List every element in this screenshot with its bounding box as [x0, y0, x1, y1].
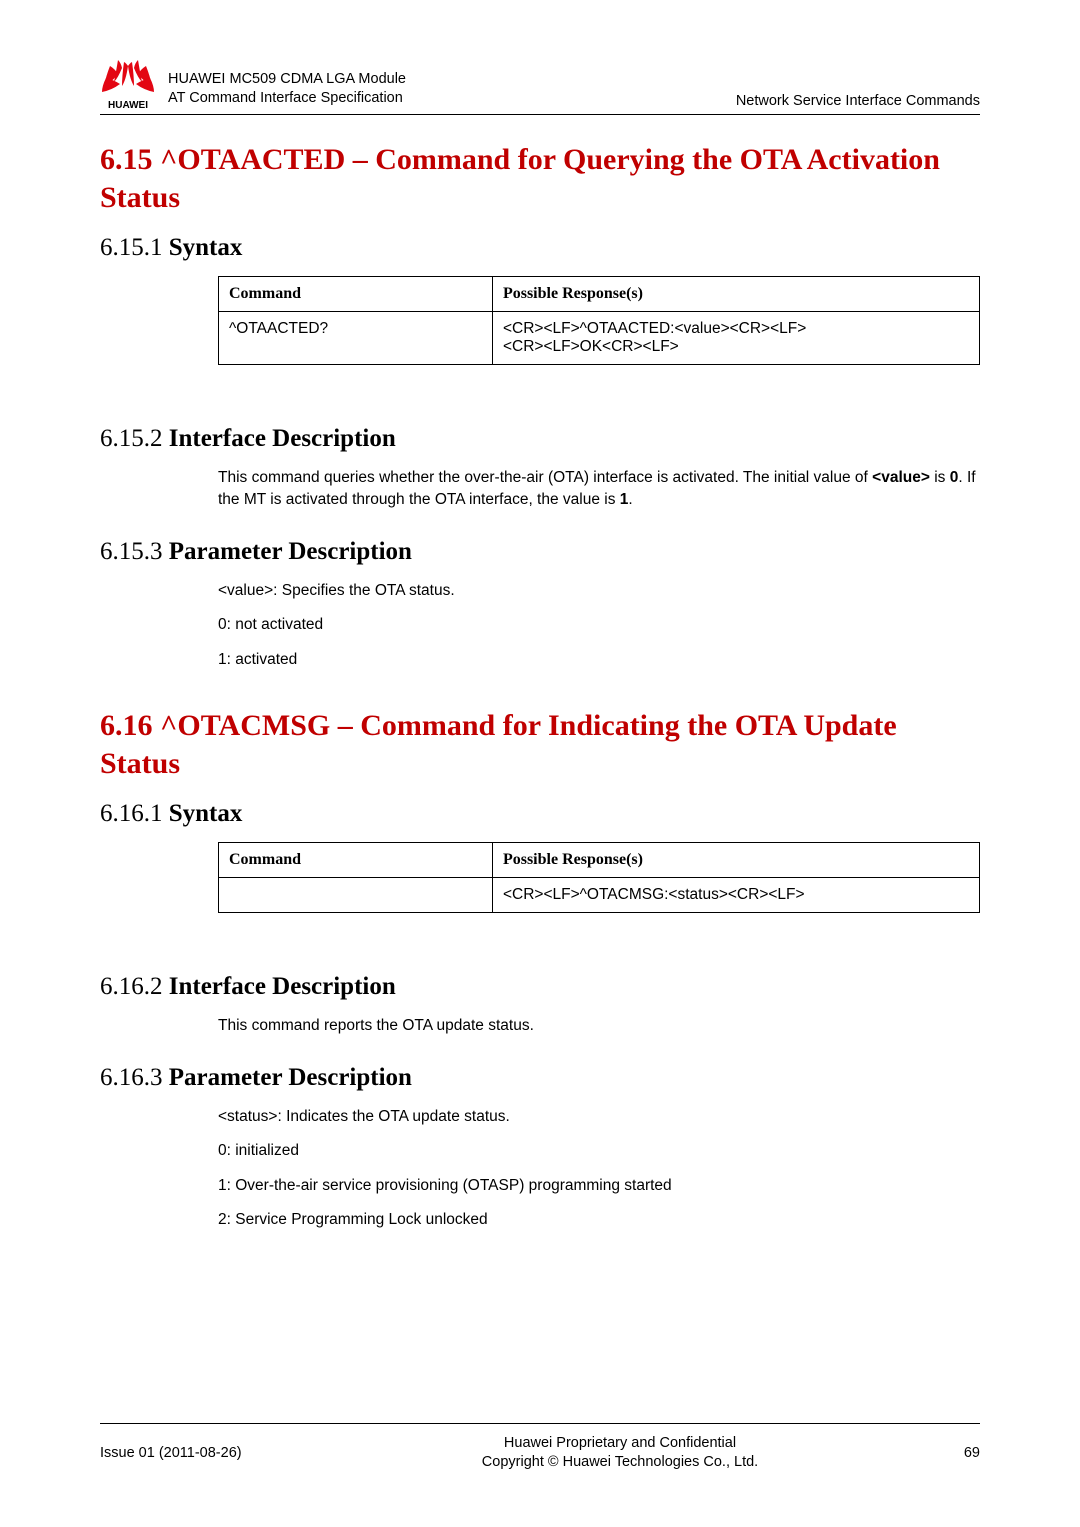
heading-6161: 6.16.1 Syntax: [100, 800, 980, 828]
heading-num: 6.16.3: [100, 1064, 169, 1091]
syntax-615-block: Command Possible Response(s) ^OTAACTED? …: [218, 276, 980, 365]
table-header-response: Possible Response(s): [492, 277, 979, 312]
param-line: <status>: Indicates the OTA update statu…: [218, 1106, 980, 1128]
heading-num: 6.16.2: [100, 973, 169, 1000]
heading-num: 6.16.1: [100, 800, 169, 827]
header-chapter: Network Service Interface Commands: [736, 93, 980, 110]
footer-page-number: 69: [920, 1445, 980, 1461]
heading-title: Syntax: [169, 800, 243, 827]
heading-num: 6.15.1: [100, 234, 169, 261]
footer-copyright: Copyright © Huawei Technologies Co., Ltd…: [320, 1453, 920, 1473]
response-line: <CR><LF>OK<CR><LF>: [503, 338, 969, 356]
response-line: <CR><LF>^OTAACTED:<value><CR><LF>: [503, 320, 969, 338]
heading-title: Parameter Description: [169, 538, 412, 565]
header-line2: AT Command Interface Specification: [168, 89, 736, 109]
heading-title: Parameter Description: [169, 1064, 412, 1091]
paramdesc-616-block: <status>: Indicates the OTA update statu…: [218, 1106, 980, 1232]
footer-center: Huawei Proprietary and Confidential Copy…: [320, 1434, 920, 1473]
svg-text:HUAWEI: HUAWEI: [108, 100, 148, 110]
heading-6163: 6.16.3 Parameter Description: [100, 1064, 980, 1092]
header-doc-title: HUAWEI MC509 CDMA LGA Module AT Command …: [168, 70, 736, 110]
heading-615: 6.15 ^OTAACTED – Command for Querying th…: [100, 141, 980, 216]
ifdesc-615-text: This command queries whether the over-th…: [218, 467, 980, 512]
page-header: HUAWEI HUAWEI MC509 CDMA LGA Module AT C…: [100, 58, 980, 115]
heading-title: Syntax: [169, 234, 243, 261]
param-line: 0: initialized: [218, 1140, 980, 1162]
table-header-command: Command: [219, 843, 493, 878]
param-line: 1: Over-the-air service provisioning (OT…: [218, 1175, 980, 1197]
ifdesc-615-block: This command queries whether the over-th…: [218, 467, 980, 512]
text-part: This command queries whether the over-th…: [218, 469, 872, 486]
heading-6153: 6.15.3 Parameter Description: [100, 538, 980, 566]
heading-6152: 6.15.2 Interface Description: [100, 425, 980, 453]
param-line: 1: activated: [218, 649, 980, 671]
heading-6162: 6.16.2 Interface Description: [100, 973, 980, 1001]
text-part: is: [930, 469, 950, 486]
header-line1: HUAWEI MC509 CDMA LGA Module: [168, 70, 736, 90]
table-header-command: Command: [219, 277, 493, 312]
param-line: 0: not activated: [218, 614, 980, 636]
footer-issue: Issue 01 (2011-08-26): [100, 1445, 320, 1461]
ifdesc-616-text: This command reports the OTA update stat…: [218, 1015, 980, 1037]
heading-616: 6.16 ^OTACMSG – Command for Indicating t…: [100, 707, 980, 782]
huawei-logo-icon: HUAWEI: [100, 58, 156, 110]
paramdesc-615-block: <value>: Specifies the OTA status. 0: no…: [218, 580, 980, 671]
heading-6151: 6.15.1 Syntax: [100, 234, 980, 262]
table-cell-command: [219, 878, 493, 913]
syntax-616-table: Command Possible Response(s) <CR><LF>^OT…: [218, 842, 980, 913]
text-bold: <value>: [872, 469, 930, 486]
heading-title: Interface Description: [169, 425, 396, 452]
table-header-response: Possible Response(s): [492, 843, 979, 878]
param-line: <value>: Specifies the OTA status.: [218, 580, 980, 602]
syntax-615-table: Command Possible Response(s) ^OTAACTED? …: [218, 276, 980, 365]
page-footer: Issue 01 (2011-08-26) Huawei Proprietary…: [100, 1423, 980, 1473]
table-cell-response: <CR><LF>^OTAACTED:<value><CR><LF> <CR><L…: [492, 312, 979, 365]
text-part: .: [628, 491, 632, 508]
heading-num: 6.15.2: [100, 425, 169, 452]
table-cell-command: ^OTAACTED?: [219, 312, 493, 365]
table-cell-response: <CR><LF>^OTACMSG:<status><CR><LF>: [492, 878, 979, 913]
heading-title: Interface Description: [169, 973, 396, 1000]
heading-num: 6.15.3: [100, 538, 169, 565]
ifdesc-616-block: This command reports the OTA update stat…: [218, 1015, 980, 1037]
param-line: 2: Service Programming Lock unlocked: [218, 1209, 980, 1231]
syntax-616-block: Command Possible Response(s) <CR><LF>^OT…: [218, 842, 980, 913]
footer-proprietary: Huawei Proprietary and Confidential: [320, 1434, 920, 1454]
